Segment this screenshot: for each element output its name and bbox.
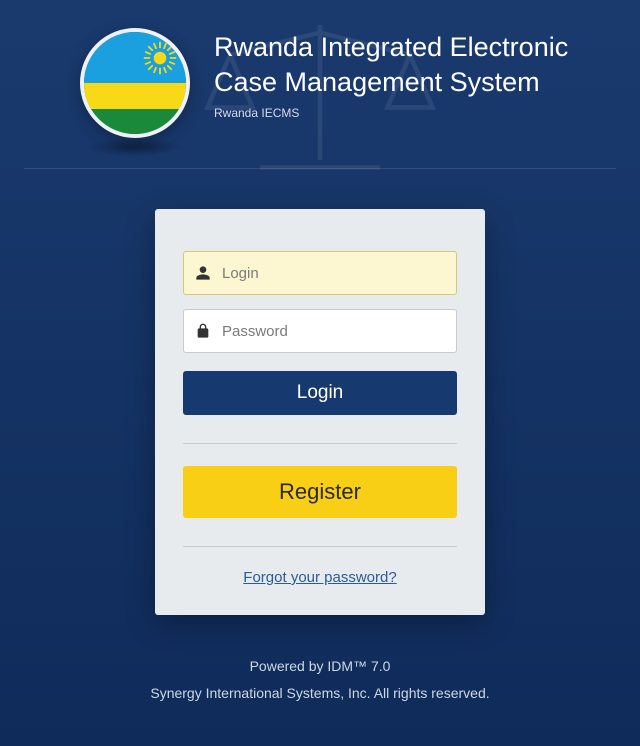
footer-copyright: Synergy International Systems, Inc. All … <box>0 680 640 707</box>
page-title: Rwanda Integrated Electronic Case Manage… <box>214 30 616 100</box>
password-input[interactable] <box>183 309 457 353</box>
login-button[interactable]: Login <box>183 371 457 415</box>
user-icon <box>195 265 211 281</box>
card-divider-2 <box>183 546 457 547</box>
header-divider <box>24 168 616 169</box>
sun-icon <box>142 40 178 76</box>
logo <box>80 28 190 138</box>
login-card: Login Register Forgot your password? <box>155 209 485 615</box>
footer: Powered by IDM™ 7.0 Synergy Internationa… <box>0 653 640 706</box>
page-subtitle: Rwanda IECMS <box>214 106 616 120</box>
card-divider-1 <box>183 443 457 444</box>
login-input[interactable] <box>183 251 457 295</box>
footer-powered: Powered by IDM™ 7.0 <box>0 653 640 680</box>
header: Rwanda Integrated Electronic Case Manage… <box>0 0 640 158</box>
lock-icon <box>195 323 211 339</box>
rwanda-flag-icon <box>80 28 190 138</box>
forgot-password-link[interactable]: Forgot your password? <box>243 569 396 586</box>
register-button[interactable]: Register <box>183 466 457 518</box>
